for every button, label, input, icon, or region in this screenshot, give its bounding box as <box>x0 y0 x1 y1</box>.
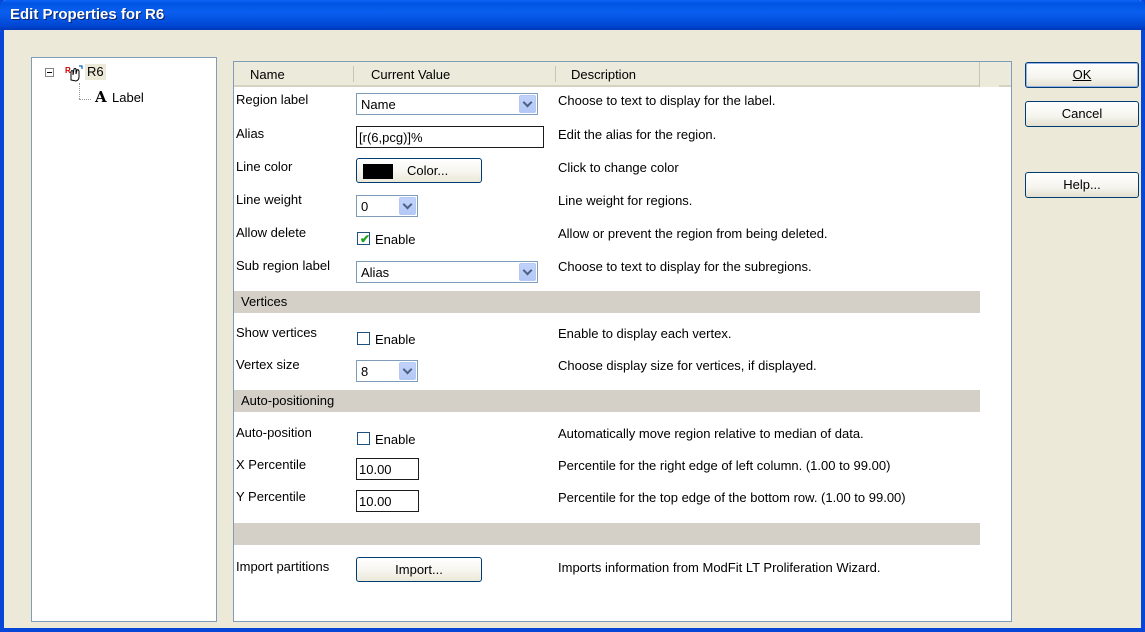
chevron-down-icon[interactable] <box>519 95 536 113</box>
row-alias: Alias [r(6,pcg)]% Edit the alias for the… <box>234 123 1011 153</box>
property-name: Sub region label <box>236 258 330 273</box>
checkbox-label[interactable]: Enable <box>375 332 415 347</box>
header-filler <box>979 62 999 87</box>
region-label-select[interactable]: Name <box>356 93 538 115</box>
property-name: Allow delete <box>236 225 307 240</box>
checkmark-icon: ✔ <box>360 232 371 246</box>
region-icon: R <box>65 65 83 82</box>
auto-position-checkbox[interactable] <box>357 432 370 445</box>
allow-delete-checkbox[interactable]: ✔ <box>357 232 371 246</box>
row-line-color: Line color Color... Click to change colo… <box>234 156 1011 186</box>
dialog-window: Edit Properties for R6 R R6 A Label Name… <box>0 0 1145 632</box>
sub-region-label-select[interactable]: Alias <box>356 261 538 283</box>
section-title: Auto-positioning <box>241 393 335 408</box>
section-title: Vertices <box>241 294 288 309</box>
x-percentile-input[interactable]: 10.00 <box>356 458 419 480</box>
row-sub-region-label: Sub region label Alias Choose to text to… <box>234 255 1011 285</box>
property-description: Choose to text to display for the label. <box>558 93 776 108</box>
row-import-partitions: Import partitions Import... Imports info… <box>234 556 1011 586</box>
property-name: Show vertices <box>236 325 317 340</box>
line-weight-select[interactable]: 0 <box>356 195 418 217</box>
import-button[interactable]: Import... <box>356 557 482 582</box>
checkbox-label[interactable]: Enable <box>375 232 415 247</box>
property-description: Imports information from ModFit LT Proli… <box>558 560 881 575</box>
column-separator[interactable] <box>353 66 354 82</box>
cancel-button[interactable]: Cancel <box>1025 101 1139 127</box>
cancel-label: Cancel <box>1061 106 1103 121</box>
ok-button[interactable]: OK <box>1025 62 1139 88</box>
column-header-name[interactable]: Name <box>250 67 285 82</box>
row-allow-delete: Allow delete ✔ Enable Allow or prevent t… <box>234 222 1011 252</box>
property-grid[interactable]: Name Current Value Description Region la… <box>233 61 1012 622</box>
checkbox-label[interactable]: Enable <box>375 432 415 447</box>
row-vertex-size: Vertex size 8 Choose display size for ve… <box>234 354 1011 384</box>
grid-header: Name Current Value Description <box>234 62 1011 87</box>
property-description: Line weight for regions. <box>558 193 693 208</box>
property-description: Percentile for the top edge of the botto… <box>558 490 906 505</box>
select-value: Name <box>361 97 396 112</box>
y-percentile-input[interactable]: 10.00 <box>356 490 419 512</box>
vertex-size-select[interactable]: 8 <box>356 360 418 382</box>
property-description: Click to change color <box>558 160 679 175</box>
column-header-description[interactable]: Description <box>571 67 636 82</box>
property-name: Auto-position <box>236 425 312 440</box>
tree-connector <box>79 83 80 99</box>
section-auto-positioning: Auto-positioning <box>234 390 980 412</box>
select-value: 8 <box>361 364 369 379</box>
property-description: Choose to text to display for the subreg… <box>558 259 812 274</box>
column-separator[interactable] <box>555 66 556 82</box>
help-button[interactable]: Help... <box>1025 172 1139 198</box>
property-name: Import partitions <box>236 559 330 574</box>
property-description: Allow or prevent the region from being d… <box>558 226 828 241</box>
property-name: Region label <box>236 92 309 107</box>
tree-item-label[interactable]: Label <box>112 90 144 105</box>
ok-label: OK <box>1072 67 1092 82</box>
tree-item-r6[interactable]: R6 <box>85 64 106 80</box>
select-value: 0 <box>361 199 369 214</box>
color-button-label: Color... <box>407 163 449 178</box>
svg-text:R: R <box>65 66 71 75</box>
help-label: Help... <box>1063 177 1101 192</box>
column-header-value[interactable]: Current Value <box>371 67 450 82</box>
chevron-down-icon[interactable] <box>399 362 416 380</box>
section-vertices: Vertices <box>234 291 980 313</box>
window-title: Edit Properties for R6 <box>10 6 165 23</box>
row-auto-position: Auto-position Enable Automatically move … <box>234 422 1011 452</box>
property-name: Line color <box>236 159 293 174</box>
row-x-percentile: X Percentile 10.00 Percentile for the ri… <box>234 454 1011 484</box>
property-name: Vertex size <box>236 357 300 372</box>
row-region-label: Region label Name Choose to text to disp… <box>234 89 1011 119</box>
alias-input[interactable]: [r(6,pcg)]% <box>356 126 544 148</box>
color-button[interactable]: Color... <box>356 158 482 183</box>
collapse-icon[interactable] <box>45 68 54 77</box>
chevron-down-icon[interactable] <box>519 263 536 281</box>
tree-view[interactable]: R R6 A Label <box>31 57 217 622</box>
color-swatch <box>363 164 393 179</box>
chevron-down-icon[interactable] <box>399 197 416 215</box>
property-name: Line weight <box>236 192 302 207</box>
title-bar[interactable]: Edit Properties for R6 <box>0 0 1145 30</box>
property-name: X Percentile <box>236 457 307 472</box>
property-description: Choose display size for vertices, if dis… <box>558 358 817 373</box>
section-separator <box>234 523 980 545</box>
show-vertices-checkbox[interactable] <box>357 332 370 345</box>
row-show-vertices: Show vertices Enable Enable to display e… <box>234 322 1011 352</box>
property-description: Edit the alias for the region. <box>558 127 717 142</box>
property-name: Alias <box>236 126 265 141</box>
tree-connector <box>79 99 91 100</box>
row-y-percentile: Y Percentile 10.00 Percentile for the to… <box>234 486 1011 516</box>
select-value: Alias <box>361 265 390 280</box>
property-description: Percentile for the right edge of left co… <box>558 458 891 473</box>
property-description: Automatically move region relative to me… <box>558 426 864 441</box>
text-label-icon: A <box>95 88 107 106</box>
property-name: Y Percentile <box>236 489 306 504</box>
property-description: Enable to display each vertex. <box>558 326 732 341</box>
row-line-weight: Line weight 0 Line weight for regions. <box>234 189 1011 219</box>
